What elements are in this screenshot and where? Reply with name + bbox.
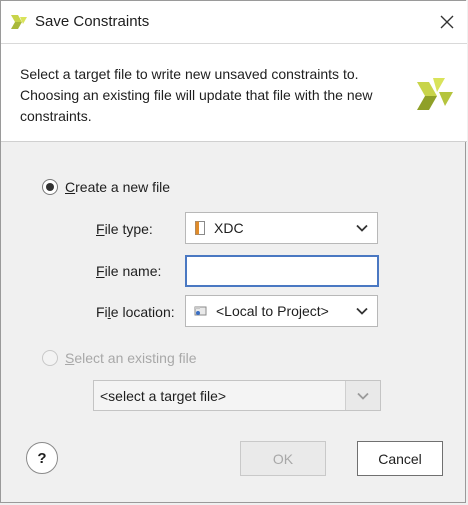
local-project-icon bbox=[194, 305, 208, 317]
select-existing-label: Select an existing file bbox=[65, 350, 197, 366]
select-existing-file-option[interactable]: Select an existing file bbox=[42, 350, 197, 366]
target-file-dropdown[interactable]: <select a target file> bbox=[93, 380, 381, 411]
close-icon bbox=[440, 15, 454, 29]
create-new-radio[interactable] bbox=[42, 179, 58, 195]
select-existing-radio[interactable] bbox=[42, 350, 58, 366]
file-name-label: File name: bbox=[96, 263, 162, 279]
ok-button[interactable]: OK bbox=[240, 441, 326, 476]
chevron-down-icon bbox=[345, 381, 380, 410]
save-constraints-dialog: Save Constraints Select a target file to… bbox=[0, 0, 467, 503]
window-title: Save Constraints bbox=[35, 13, 150, 30]
header-description: Select a target file to write new unsave… bbox=[20, 66, 373, 124]
xdc-file-icon bbox=[194, 221, 206, 235]
create-new-label: Create a new file bbox=[65, 179, 171, 195]
vivado-logo-icon bbox=[11, 15, 27, 29]
help-button[interactable]: ? bbox=[26, 442, 58, 474]
chevron-down-icon bbox=[347, 296, 377, 326]
chevron-down-icon bbox=[347, 213, 377, 243]
file-type-label: File type: bbox=[96, 221, 153, 237]
target-file-value: <select a target file> bbox=[100, 387, 227, 404]
file-type-dropdown[interactable]: XDC bbox=[185, 212, 378, 244]
file-location-label: File location: bbox=[96, 304, 175, 320]
vivado-header-logo-icon bbox=[417, 78, 453, 110]
file-type-value: XDC bbox=[214, 220, 244, 236]
cancel-button[interactable]: Cancel bbox=[357, 441, 443, 476]
help-icon: ? bbox=[37, 449, 47, 467]
create-new-file-option[interactable]: Create a new file bbox=[42, 179, 170, 195]
file-name-input[interactable] bbox=[185, 255, 379, 287]
file-location-value: <Local to Project> bbox=[216, 303, 329, 319]
file-location-dropdown[interactable]: <Local to Project> bbox=[185, 295, 378, 327]
close-button[interactable] bbox=[435, 10, 459, 34]
title-bar: Save Constraints bbox=[1, 1, 467, 44]
header-panel: Select a target file to write new unsave… bbox=[1, 44, 467, 142]
